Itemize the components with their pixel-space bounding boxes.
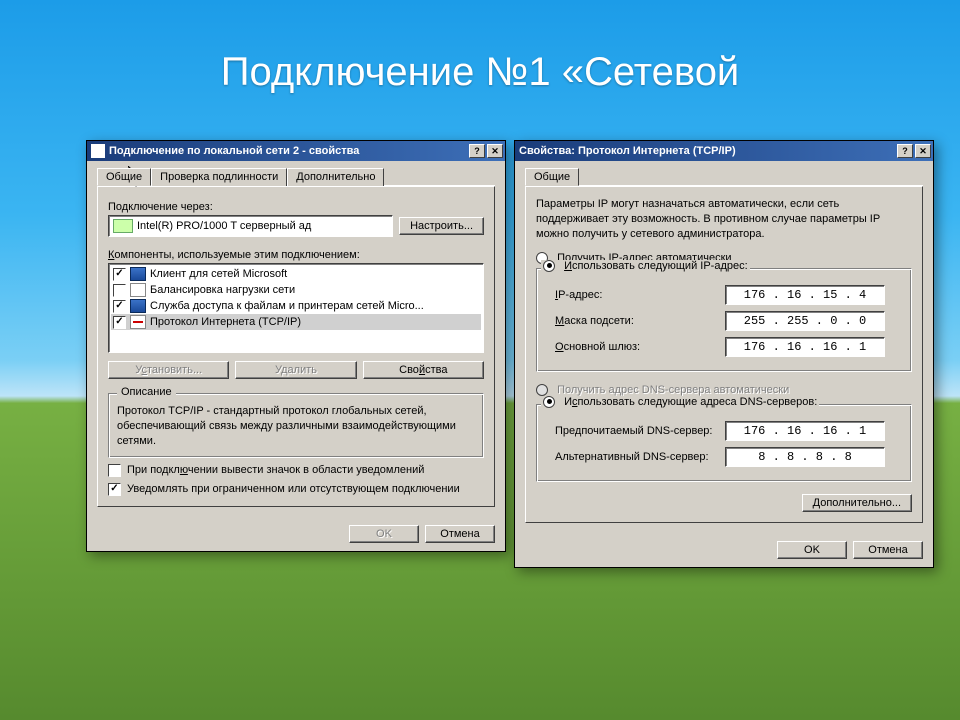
tcpip-properties-dialog: Свойства: Протокол Интернета (TCP/IP) ? … bbox=[514, 140, 934, 568]
cancel-button[interactable]: Отмена bbox=[425, 525, 495, 543]
adapter-field: Intel(R) PRO/1000 T серверный ад bbox=[108, 215, 393, 237]
tab-auth[interactable]: Проверка подлинности bbox=[151, 168, 287, 186]
ip-input[interactable]: 176 . 16 . 15 . 4 bbox=[725, 285, 885, 305]
mask-label: Маска подсети: bbox=[555, 315, 725, 327]
component-label: Служба доступа к файлам и принтерам сете… bbox=[150, 300, 424, 312]
tab-general-right[interactable]: Общие bbox=[525, 168, 579, 186]
gw-label: Основной шлюз: bbox=[555, 341, 725, 353]
tabs-left: Общие Проверка подлинности Дополнительно bbox=[97, 167, 495, 186]
description-text: Протокол TCP/IP - стандартный протокол г… bbox=[117, 404, 475, 449]
share-icon bbox=[130, 299, 146, 313]
checkbox[interactable] bbox=[113, 268, 126, 281]
notify-label: Уведомлять при ограниченном или отсутств… bbox=[127, 483, 460, 495]
components-label: ККомпоненты, используемые этим подключен… bbox=[108, 249, 484, 261]
radio-manual-ip-line[interactable]: Использовать следующий IP-адрес: bbox=[541, 260, 750, 272]
window-title: Свойства: Протокол Интернета (TCP/IP) bbox=[519, 145, 736, 157]
window-title: Подключение по локальной сети 2 - свойст… bbox=[109, 145, 359, 157]
component-label: Клиент для сетей Microsoft bbox=[150, 268, 287, 280]
dns2-label: Альтернативный DNS-сервер: bbox=[555, 451, 725, 463]
close-button[interactable]: ✕ bbox=[487, 144, 503, 158]
notify-checkbox[interactable] bbox=[108, 483, 121, 496]
ok-button[interactable]: OK bbox=[777, 541, 847, 559]
client-icon bbox=[130, 267, 146, 281]
tabpanel-right: Параметры IP могут назначаться автоматич… bbox=[525, 186, 923, 523]
list-item[interactable]: Клиент для сетей Microsoft bbox=[111, 266, 481, 282]
tab-advanced[interactable]: Дополнительно bbox=[287, 168, 384, 186]
titlebar-left[interactable]: Подключение по локальной сети 2 - свойст… bbox=[87, 141, 505, 161]
radio-auto-dns-label: Получить адрес DNS-сервера автоматически bbox=[557, 384, 789, 396]
radio-manual-ip-label: Использовать следующий IP-адрес: bbox=[564, 260, 748, 272]
radio-manual-dns[interactable] bbox=[543, 396, 555, 408]
dns2-input[interactable]: 8 . 8 . 8 . 8 bbox=[725, 447, 885, 467]
radio-manual-dns-label: Использовать следующие адреса DNS-сервер… bbox=[564, 396, 817, 408]
radio-manual-dns-line[interactable]: Использовать следующие адреса DNS-сервер… bbox=[541, 396, 819, 408]
dns1-input[interactable]: 176 . 16 . 16 . 1 bbox=[725, 421, 885, 441]
checkbox[interactable] bbox=[113, 300, 126, 313]
window-icon bbox=[91, 144, 105, 158]
component-label: Балансировка нагрузки сети bbox=[150, 284, 295, 296]
list-item[interactable]: Балансировка нагрузки сети bbox=[111, 282, 481, 298]
tray-label: При подключении вывести значок в области… bbox=[127, 464, 424, 476]
gateway-input[interactable]: 176 . 16 . 16 . 1 bbox=[725, 337, 885, 357]
help-button[interactable]: ? bbox=[897, 144, 913, 158]
components-list[interactable]: Клиент для сетей Microsoft Балансировка … bbox=[108, 263, 484, 353]
tabpanel-general: Подключение через: Intel(R) PRO/1000 T с… bbox=[97, 186, 495, 507]
tab-general[interactable]: Общие bbox=[97, 168, 151, 186]
mask-input[interactable]: 255 . 255 . 0 . 0 bbox=[725, 311, 885, 331]
radio-auto-dns bbox=[536, 384, 548, 396]
radio-manual-ip[interactable] bbox=[543, 260, 555, 272]
ok-button[interactable]: OK bbox=[349, 525, 419, 543]
install-button[interactable]: Установить... bbox=[108, 361, 229, 379]
ip-label: IP-адрес: bbox=[555, 289, 725, 301]
checkbox[interactable] bbox=[113, 316, 126, 329]
help-button[interactable]: ? bbox=[469, 144, 485, 158]
tabs-right: Общие bbox=[525, 167, 923, 186]
adapter-name: Intel(R) PRO/1000 T серверный ад bbox=[137, 220, 311, 232]
adapter-icon bbox=[113, 219, 133, 233]
manual-dns-group: Использовать следующие адреса DNS-сервер… bbox=[536, 404, 912, 482]
list-item[interactable]: Протокол Интернета (TCP/IP) bbox=[111, 314, 481, 330]
description-legend: Описание bbox=[117, 386, 176, 398]
remove-button[interactable]: Удалить bbox=[235, 361, 356, 379]
lan-properties-dialog: Подключение по локальной сети 2 - свойст… bbox=[86, 140, 506, 552]
close-button[interactable]: ✕ bbox=[915, 144, 931, 158]
component-label: Протокол Интернета (TCP/IP) bbox=[150, 316, 301, 328]
radio-auto-dns-line: Получить адрес DNS-сервера автоматически bbox=[536, 384, 912, 396]
dns1-label: Предпочитаемый DNS-сервер: bbox=[555, 425, 725, 437]
advanced-button[interactable]: Дополнительно... bbox=[802, 494, 912, 512]
properties-button[interactable]: Свойства bbox=[363, 361, 484, 379]
balance-icon bbox=[130, 283, 146, 297]
description-group: Описание Протокол TCP/IP - стандартный п… bbox=[108, 393, 484, 458]
list-item[interactable]: Служба доступа к файлам и принтерам сете… bbox=[111, 298, 481, 314]
info-text: Параметры IP могут назначаться автоматич… bbox=[536, 197, 912, 242]
checkbox[interactable] bbox=[113, 284, 126, 297]
connect-via-label: Подключение через: bbox=[108, 201, 484, 213]
tray-checkbox[interactable] bbox=[108, 464, 121, 477]
cancel-button[interactable]: Отмена bbox=[853, 541, 923, 559]
manual-ip-group: Использовать следующий IP-адрес: IP-адре… bbox=[536, 268, 912, 372]
tcpip-icon bbox=[130, 315, 146, 329]
configure-button[interactable]: Настроить... bbox=[399, 217, 484, 235]
slide-title: Подключение №1 «Сетевой bbox=[0, 50, 960, 95]
titlebar-right[interactable]: Свойства: Протокол Интернета (TCP/IP) ? … bbox=[515, 141, 933, 161]
